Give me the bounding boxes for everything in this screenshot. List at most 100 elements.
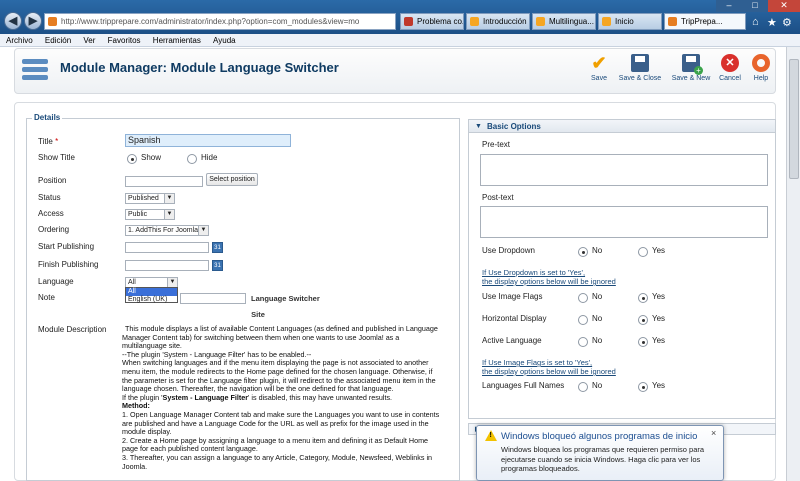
browser-tab-2[interactable]: Introducción: [466, 13, 530, 30]
title-input[interactable]: Spanish: [125, 134, 291, 147]
horizontal-no-radio[interactable]: [578, 315, 588, 325]
yes-label: Yes: [652, 292, 666, 301]
horizontal-yes-radio[interactable]: [638, 315, 648, 325]
no-label: No: [592, 292, 603, 301]
pre-text-label: Pre-text: [482, 140, 511, 149]
menu-herramientas[interactable]: Herramientas: [153, 34, 201, 47]
menu-archivo[interactable]: Archivo: [6, 34, 33, 47]
no-label: No: [592, 314, 603, 323]
basic-options-header[interactable]: ▼ Basic Options: [469, 120, 775, 133]
use-dropdown-label: Use Dropdown: [482, 246, 535, 255]
cancel-button[interactable]: ✕ Cancel: [718, 54, 742, 82]
no-label: No: [592, 336, 603, 345]
page-scrollbar[interactable]: [786, 47, 800, 481]
yes-label: Yes: [652, 381, 666, 390]
no-label: No: [592, 381, 603, 390]
status-select[interactable]: Published ▼: [125, 193, 175, 204]
calendar-icon[interactable]: 31: [212, 260, 223, 271]
minimize-button[interactable]: –: [716, 0, 742, 12]
cancel-label: Cancel: [719, 75, 741, 82]
tab-label: TripPrepa...: [681, 17, 723, 26]
maximize-button[interactable]: □: [742, 0, 768, 12]
browser-tab-4[interactable]: Inicio: [598, 13, 662, 30]
finish-publishing-input[interactable]: [125, 260, 209, 271]
language-label: Language: [38, 277, 74, 286]
note-label: Note: [38, 293, 55, 302]
joomla-favicon-icon: [602, 17, 611, 26]
save-close-button[interactable]: Save & Close: [618, 54, 662, 82]
access-select[interactable]: Public ▼: [125, 209, 175, 220]
browser-menu-bar: Archivo Edición Ver Favoritos Herramient…: [0, 34, 800, 47]
help-icon: [752, 54, 770, 72]
language-option-all[interactable]: All: [126, 288, 177, 296]
hide-radio-label: Hide: [201, 153, 218, 162]
home-icon[interactable]: ⌂: [752, 16, 759, 28]
full-names-yes-radio[interactable]: [638, 382, 648, 392]
warning-icon-mark: !: [489, 432, 492, 439]
save-icon: [631, 54, 649, 72]
title-label: Title *: [38, 137, 58, 146]
site-favicon-icon: [48, 17, 57, 26]
tools-gear-icon[interactable]: ⚙: [782, 16, 792, 29]
module-description-text: This module displays a list of available…: [122, 324, 442, 471]
notification-title: Windows bloqueó algunos programas de ini…: [501, 431, 698, 442]
post-text-label: Post-text: [482, 193, 514, 202]
horizontal-display-label: Horizontal Display: [482, 314, 547, 323]
browser-tab-1[interactable]: Problema co...: [400, 13, 464, 30]
close-window-button[interactable]: ✕: [768, 0, 800, 12]
show-title-hide-radio[interactable]: [187, 154, 197, 164]
image-flags-yes-radio[interactable]: [638, 293, 648, 303]
pre-text-textarea[interactable]: [480, 154, 768, 186]
help-button[interactable]: Help: [749, 54, 773, 82]
browser-tab-3[interactable]: Multilingua...: [532, 13, 596, 30]
joomla-favicon-icon: [536, 17, 545, 26]
dropdown-note-2: the display options below will be ignore…: [482, 277, 616, 286]
forward-button[interactable]: ▶: [24, 12, 42, 30]
ordering-label: Ordering: [38, 225, 70, 234]
menu-ver[interactable]: Ver: [83, 34, 95, 47]
ordering-select[interactable]: 1. AddThis For Joomla ▼: [125, 225, 209, 236]
menu-edicion[interactable]: Edición: [45, 34, 71, 47]
check-icon: ✔: [591, 53, 607, 73]
language-option-english[interactable]: English (UK): [126, 296, 177, 304]
tab-label: Problema co...: [417, 17, 464, 26]
favorites-icon[interactable]: ★: [767, 16, 777, 29]
joomla-favicon-icon: [470, 17, 479, 26]
required-mark: *: [55, 137, 59, 146]
use-image-flags-label: Use Image Flags: [482, 292, 543, 301]
select-position-button[interactable]: Select position: [206, 173, 258, 186]
post-text-textarea[interactable]: [480, 206, 768, 238]
tab-label: Multilingua...: [549, 17, 594, 26]
full-names-no-radio[interactable]: [578, 382, 588, 392]
access-value: Public: [128, 211, 148, 218]
browser-tab-5-active[interactable]: TripPrepa...: [664, 13, 746, 30]
image-flags-no-radio[interactable]: [578, 293, 588, 303]
position-input[interactable]: [125, 176, 203, 187]
tab-favicon-icon: [404, 17, 413, 26]
show-title-show-radio[interactable]: [127, 154, 137, 164]
collapse-arrow-icon: ▼: [475, 123, 482, 130]
windows-notification[interactable]: ! Windows bloqueó algunos programas de i…: [476, 425, 724, 481]
start-publishing-input[interactable]: [125, 242, 209, 253]
help-label: Help: [753, 75, 769, 82]
scrollbar-thumb[interactable]: [789, 59, 799, 179]
calendar-icon[interactable]: 31: [212, 242, 223, 253]
menu-favoritos[interactable]: Favoritos: [108, 34, 141, 47]
use-dropdown-no-radio[interactable]: [578, 247, 588, 257]
yes-label: Yes: [652, 246, 666, 255]
close-icon[interactable]: ×: [711, 428, 716, 438]
use-dropdown-yes-radio[interactable]: [638, 247, 648, 257]
address-bar[interactable]: http://www.tripprepare.com/administrator…: [44, 13, 396, 30]
flags-note-1: If Use Image Flags is set to 'Yes',: [482, 358, 593, 367]
save-button[interactable]: ✔ Save: [587, 54, 611, 82]
save-new-button[interactable]: + Save & New: [669, 54, 713, 82]
active-language-no-radio[interactable]: [578, 337, 588, 347]
save-new-label: Save & New: [671, 75, 711, 82]
show-radio-label: Show: [141, 153, 162, 162]
back-button[interactable]: ◀: [4, 12, 22, 30]
menu-ayuda[interactable]: Ayuda: [213, 34, 236, 47]
active-language-yes-radio[interactable]: [638, 337, 648, 347]
note-input[interactable]: [180, 293, 246, 304]
show-title-label: Show Title: [38, 153, 75, 162]
status-label: Status: [38, 193, 61, 202]
